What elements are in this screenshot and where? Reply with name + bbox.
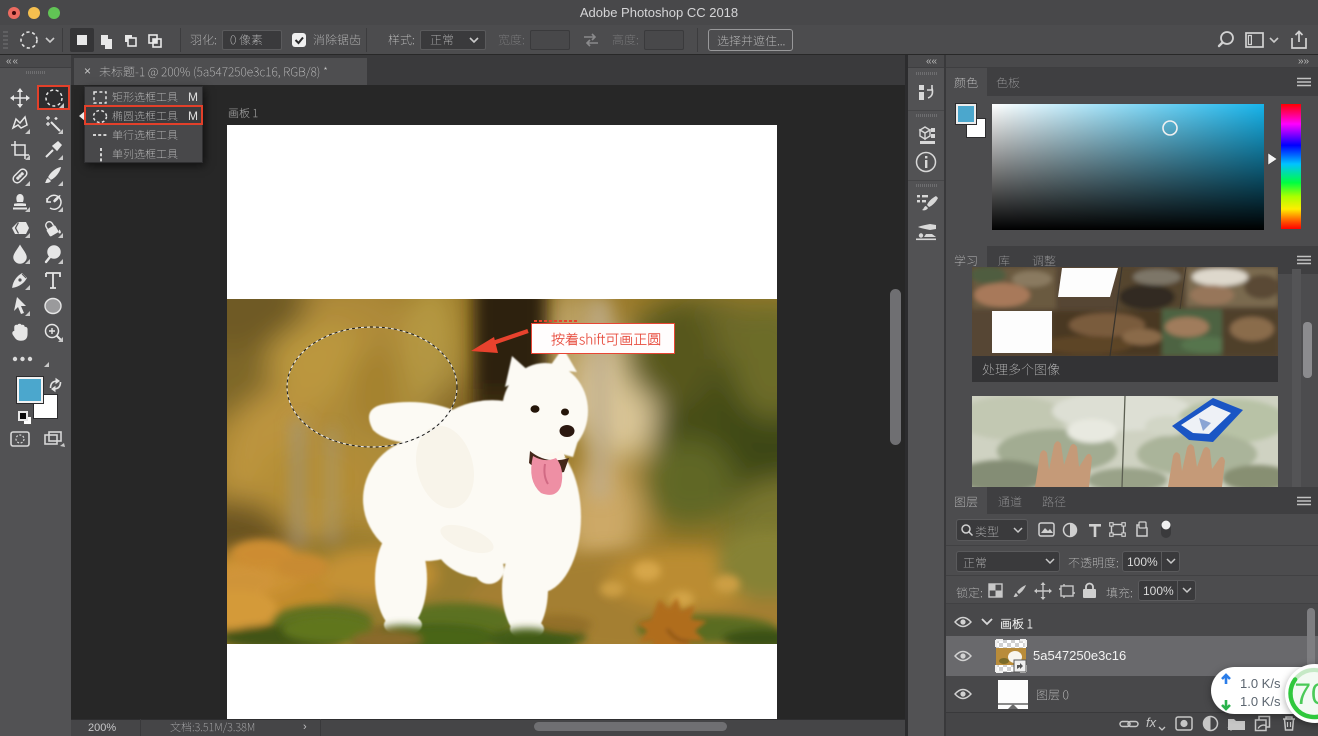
svg-text:70: 70 [1294, 678, 1318, 711]
